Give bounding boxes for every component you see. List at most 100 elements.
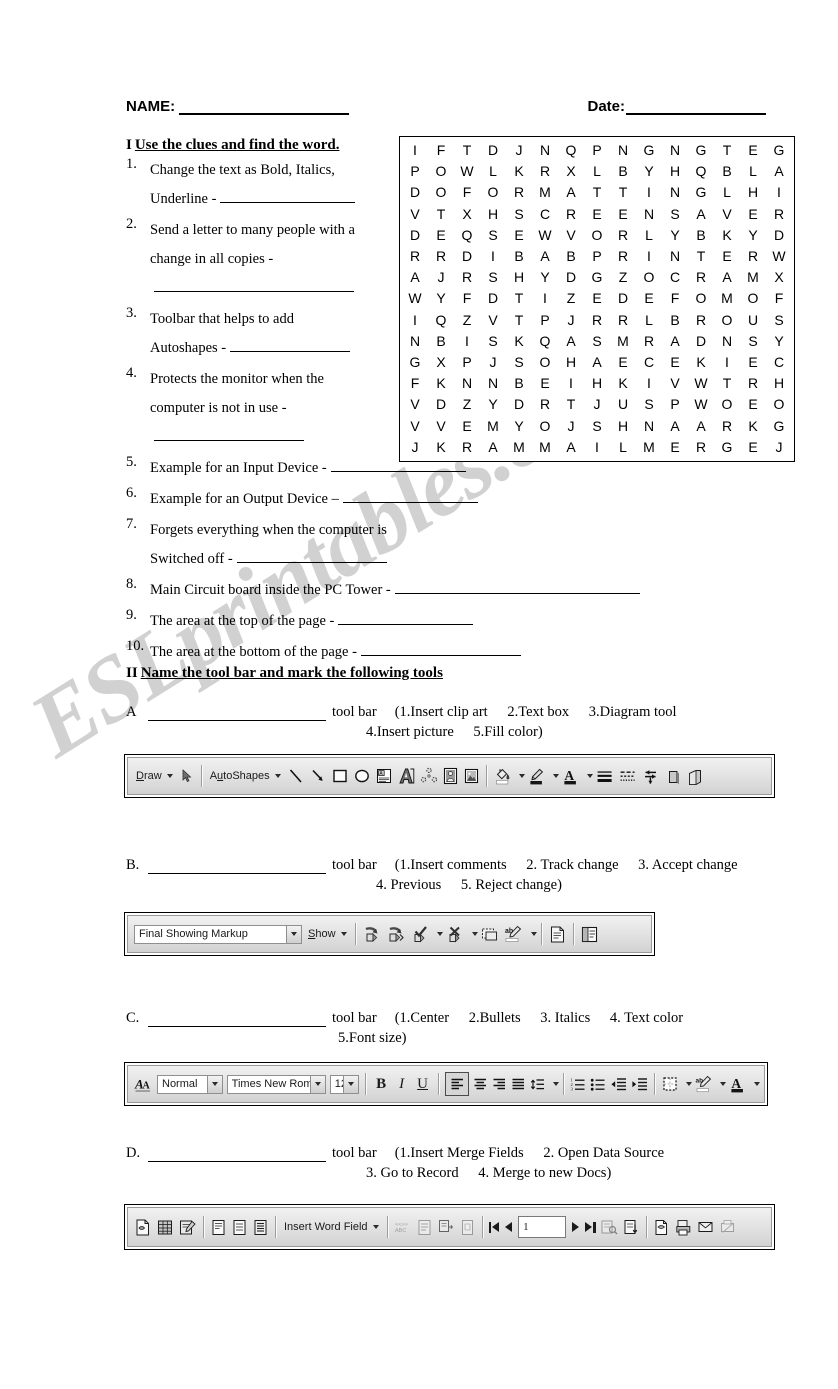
word-search-cell[interactable]: M [532, 182, 558, 203]
word-search-cell[interactable]: T [688, 246, 714, 267]
word-search-cell[interactable]: A [558, 437, 584, 458]
reviewing-toolbar[interactable]: Final Showing Markup Show ab [127, 915, 652, 953]
word-search-cell[interactable]: T [428, 204, 454, 225]
draw-menu-button[interactable]: Draw [132, 762, 177, 790]
word-search-cell[interactable]: D [454, 246, 480, 267]
word-search-cell[interactable]: E [662, 437, 688, 458]
word-search-cell[interactable]: S [480, 225, 506, 246]
font-size-combo[interactable]: 12 [329, 1074, 360, 1094]
word-search-cell[interactable]: D [402, 225, 428, 246]
word-search-cell[interactable]: Q [428, 310, 454, 331]
word-search-cell[interactable]: U [610, 394, 636, 415]
word-search-cell[interactable]: K [506, 161, 532, 182]
answer-blank[interactable] [360, 643, 521, 656]
word-search-cell[interactable]: A [714, 267, 740, 288]
word-search-cell[interactable]: T [506, 310, 532, 331]
word-search-cell[interactable]: O [532, 352, 558, 373]
justify-button[interactable] [509, 1070, 528, 1098]
word-search-cell[interactable]: T [584, 182, 610, 203]
word-search-cell[interactable]: Q [558, 140, 584, 161]
word-search-cell[interactable]: L [636, 225, 662, 246]
word-search-cell[interactable]: C [766, 352, 792, 373]
word-search-cell[interactable]: S [636, 394, 662, 415]
word-search-cell[interactable]: R [740, 373, 766, 394]
word-search-cell[interactable]: B [506, 373, 532, 394]
find-entry-icon[interactable] [598, 1213, 620, 1241]
name-blank[interactable] [179, 100, 350, 115]
word-search-cell[interactable]: R [688, 437, 714, 458]
word-search-cell[interactable]: R [506, 182, 532, 203]
main-document-setup-icon[interactable] [132, 1213, 154, 1241]
word-search-cell[interactable]: A [532, 246, 558, 267]
word-search-cell[interactable]: R [688, 310, 714, 331]
word-search-cell[interactable]: D [688, 331, 714, 352]
word-search-cell[interactable]: V [662, 373, 688, 394]
word-search-cell[interactable]: N [532, 140, 558, 161]
word-search-cell[interactable]: Z [558, 288, 584, 309]
word-search-cell[interactable]: K [688, 352, 714, 373]
word-search-cell[interactable]: L [636, 310, 662, 331]
first-record-icon[interactable] [487, 1213, 502, 1241]
display-for-review-combo[interactable]: Final Showing Markup [134, 924, 302, 944]
word-search-cell[interactable]: R [532, 394, 558, 415]
word-search-cell[interactable]: R [584, 310, 610, 331]
date-blank[interactable] [626, 100, 766, 115]
word-search-cell[interactable]: J [558, 310, 584, 331]
word-search-cell[interactable]: H [740, 182, 766, 203]
word-search-cell[interactable]: G [636, 140, 662, 161]
word-search-cell[interactable]: J [428, 267, 454, 288]
word-search-cell[interactable]: I [714, 352, 740, 373]
word-search-cell[interactable]: S [480, 267, 506, 288]
word-search-cell[interactable]: K [506, 331, 532, 352]
word-search-cell[interactable]: E [610, 204, 636, 225]
word-search-cell[interactable]: V [480, 310, 506, 331]
3d-style-icon[interactable] [684, 762, 706, 790]
line-spacing-button[interactable] [528, 1070, 548, 1098]
word-search-cell[interactable]: N [662, 246, 688, 267]
merge-to-new-document-icon[interactable] [651, 1213, 673, 1241]
word-search-cell[interactable]: P [454, 352, 480, 373]
styles-and-formatting-icon[interactable]: A A [132, 1070, 155, 1098]
line-style-icon[interactable] [593, 762, 616, 790]
bold-button[interactable]: B [370, 1070, 392, 1098]
word-search-cell[interactable]: N [662, 140, 688, 161]
line-icon[interactable] [285, 762, 307, 790]
answer-blank[interactable] [220, 190, 356, 203]
word-search-cell[interactable]: X [766, 267, 792, 288]
word-search-cell[interactable]: L [584, 161, 610, 182]
word-search-cell[interactable]: I [480, 246, 506, 267]
go-to-record-input[interactable]: 1 [518, 1216, 567, 1238]
word-search-cell[interactable]: O [428, 182, 454, 203]
word-search-cell[interactable]: A [558, 331, 584, 352]
word-search-cell[interactable]: X [454, 204, 480, 225]
word-search-cell[interactable]: D [610, 288, 636, 309]
word-search-cell[interactable]: C [636, 352, 662, 373]
align-center-button[interactable] [471, 1070, 490, 1098]
word-search-cell[interactable]: Q [454, 225, 480, 246]
answer-blank[interactable] [342, 490, 478, 503]
word-search-cell[interactable]: V [428, 415, 454, 436]
word-search-cell[interactable]: A [662, 331, 688, 352]
word-search-cell[interactable]: M [610, 331, 636, 352]
word-search-cell[interactable]: F [454, 182, 480, 203]
word-search-cell[interactable]: Q [688, 161, 714, 182]
rectangle-icon[interactable] [329, 762, 351, 790]
word-search-cell[interactable]: F [402, 373, 428, 394]
word-search-cell[interactable]: O [740, 288, 766, 309]
word-search-cell[interactable]: E [584, 288, 610, 309]
word-search-cell[interactable]: W [688, 373, 714, 394]
insert-merge-fields-icon[interactable] [250, 1213, 271, 1241]
line-color-icon[interactable] [525, 762, 548, 790]
underline-button[interactable]: U [411, 1070, 434, 1098]
word-search-cell[interactable]: Y [766, 331, 792, 352]
chevron-down-icon[interactable] [206, 1075, 222, 1093]
word-search-cell[interactable]: V [558, 225, 584, 246]
word-search-cell[interactable]: Y [662, 225, 688, 246]
word-search-cell[interactable]: D [506, 394, 532, 415]
align-right-button[interactable] [490, 1070, 509, 1098]
chevron-down-icon[interactable] [343, 1075, 359, 1093]
word-search-cell[interactable]: E [740, 140, 766, 161]
document-map-icon[interactable] [578, 920, 601, 948]
word-search-cell[interactable]: R [610, 246, 636, 267]
word-search-cell[interactable]: T [714, 140, 740, 161]
